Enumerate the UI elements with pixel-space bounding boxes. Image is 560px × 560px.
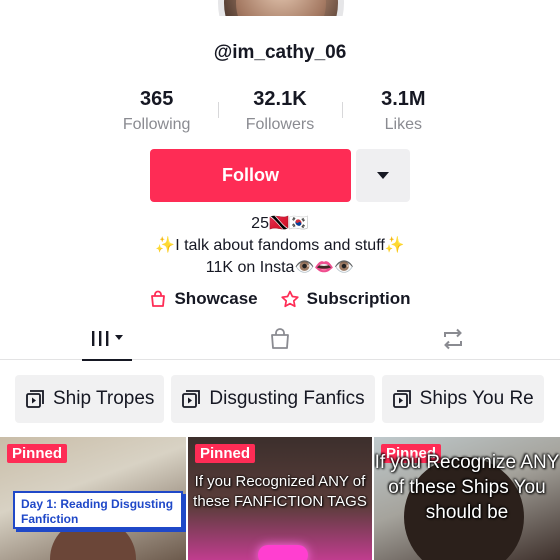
shopping-bag-icon bbox=[151, 290, 166, 307]
video-thumbnail[interactable]: If you Recognized ANY of these FANFICTIO… bbox=[188, 437, 372, 560]
avatar[interactable] bbox=[218, 0, 344, 16]
playlist-label: Disgusting Fanfics bbox=[209, 388, 365, 409]
pinned-badge: Pinned bbox=[195, 444, 256, 463]
subscription-link[interactable]: Subscription bbox=[280, 289, 411, 309]
followers-count: 32.1K bbox=[253, 88, 307, 110]
stat-likes[interactable]: 3.1M Likes bbox=[341, 88, 465, 138]
following-count: 365 bbox=[139, 88, 174, 110]
tab-reposts[interactable] bbox=[428, 318, 478, 360]
playlist-icon bbox=[26, 390, 44, 408]
followers-label: Followers bbox=[245, 116, 315, 133]
playlist-label: Ships You Re bbox=[419, 388, 534, 409]
bio-line: ✨I talk about fandoms and stuff✨ bbox=[155, 237, 405, 254]
likes-count: 3.1M bbox=[381, 88, 426, 110]
more-options-button[interactable] bbox=[356, 149, 410, 202]
stat-following[interactable]: 365 Following bbox=[95, 88, 218, 138]
likes-label: Likes bbox=[384, 116, 422, 133]
subscription-star-icon bbox=[280, 290, 299, 308]
playlist-chip[interactable]: Disgusting Fanfics bbox=[171, 375, 375, 423]
repost-icon bbox=[444, 328, 462, 350]
playlist-chip[interactable]: Ship Tropes bbox=[15, 375, 165, 423]
content-tabs bbox=[0, 318, 560, 361]
showcase-label: Showcase bbox=[174, 289, 258, 308]
caret-down-icon bbox=[377, 172, 389, 179]
video-thumbnail[interactable]: Day 1: Reading Disgusting Fanfiction Pin… bbox=[0, 437, 186, 560]
subscription-label: Subscription bbox=[306, 289, 411, 308]
following-label: Following bbox=[122, 116, 191, 133]
playlist-label: Ship Tropes bbox=[53, 388, 155, 409]
playlist-icon bbox=[182, 390, 201, 408]
video-caption: If you Recognized ANY of these FANFICTIO… bbox=[193, 473, 367, 510]
bio: 25🇹🇹🇰🇷 ✨I talk about fandoms and stuff✨ … bbox=[0, 213, 560, 279]
bio-line: 11K on Insta👁️👄👁️ bbox=[205, 259, 355, 276]
videos-grid-icon bbox=[92, 331, 123, 346]
video-thumbnail[interactable]: If you Recognize ANY of these Ships You … bbox=[374, 437, 560, 560]
tab-videos[interactable] bbox=[82, 318, 132, 361]
pinned-badge: Pinned bbox=[7, 444, 68, 463]
playlist-icon bbox=[392, 390, 411, 408]
bio-line: 25🇹🇹🇰🇷 bbox=[251, 215, 309, 232]
video-caption: Day 1: Reading Disgusting Fanfiction bbox=[13, 491, 183, 529]
video-caption: If you Recognize ANY of these Ships You … bbox=[374, 452, 560, 523]
tab-shop[interactable] bbox=[255, 318, 305, 360]
playlist-chips: Ship Tropes Disgusting Fanfics Ships You… bbox=[15, 375, 560, 423]
follow-button[interactable]: Follow bbox=[150, 149, 351, 202]
playlist-chip[interactable]: Ships You Re bbox=[381, 375, 544, 423]
profile-links: Showcase Subscription bbox=[0, 289, 560, 309]
thumbnail-glasses bbox=[258, 545, 308, 560]
shopping-bag-icon bbox=[271, 328, 289, 349]
video-grid: Day 1: Reading Disgusting Fanfiction Pin… bbox=[0, 437, 560, 560]
stat-followers[interactable]: 32.1K Followers bbox=[218, 88, 341, 138]
showcase-link[interactable]: Showcase bbox=[149, 289, 258, 309]
profile-stats: 365 Following 32.1K Followers 3.1M Likes bbox=[95, 88, 465, 138]
username: @im_cathy_06 bbox=[213, 42, 347, 63]
